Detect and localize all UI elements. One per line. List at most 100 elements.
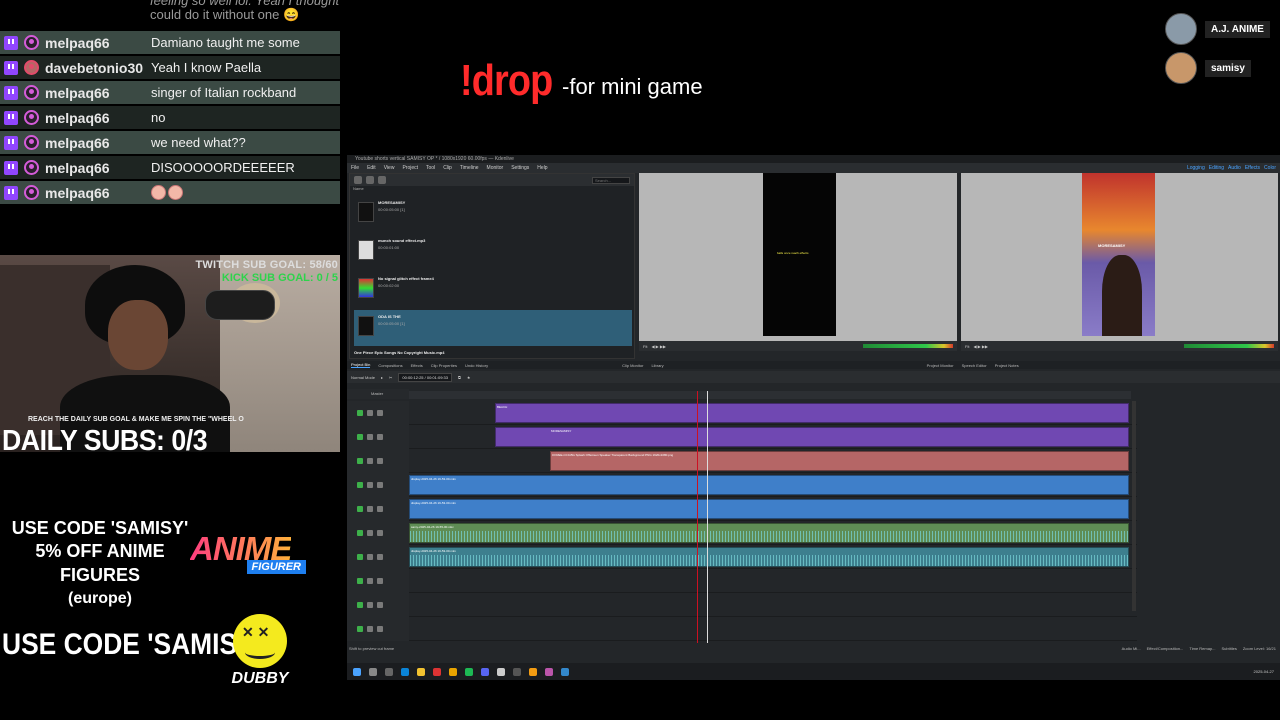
select-tool-icon[interactable]: ▸ (381, 375, 383, 380)
razor-tool-icon[interactable]: ✂ (389, 375, 392, 380)
tab-compositions[interactable]: Compositions (378, 363, 402, 368)
menu-edit[interactable]: Edit (367, 165, 376, 171)
tab-project-notes[interactable]: Project Notes (995, 363, 1019, 368)
zoom-select[interactable]: Fit (643, 344, 647, 349)
spotify-icon[interactable] (465, 667, 473, 676)
menu-tool[interactable]: Tool (426, 165, 435, 171)
clock[interactable]: 2025-04-27 (1254, 669, 1274, 674)
track-enable-icon[interactable] (357, 530, 363, 536)
menu-help[interactable]: Help (537, 165, 547, 171)
mute-icon[interactable] (377, 554, 383, 560)
chat-username[interactable]: melpaq66 (45, 85, 151, 101)
edit-icon[interactable] (367, 482, 373, 488)
zoom-level[interactable]: Zoom Level: 16/21 (1243, 646, 1276, 651)
track-enable-icon[interactable] (357, 458, 363, 464)
folder-icon[interactable] (378, 176, 386, 184)
bin-clip[interactable]: MORESAMISY 00:00:05:00 [1] (354, 196, 632, 232)
chat-username[interactable]: melpaq66 (45, 135, 151, 151)
timeline-clip[interactable]: display-2025-04-26 19-53-00.mkv (409, 547, 1129, 567)
mute-icon[interactable] (377, 578, 383, 584)
mute-icon[interactable] (377, 530, 383, 536)
play-button[interactable]: ◀ ▶ ▶▶ (651, 344, 666, 349)
snap-icon[interactable]: ⧉ (458, 375, 461, 380)
workspace-audio[interactable]: Audio (1228, 165, 1241, 171)
tab-library[interactable]: Library (651, 363, 663, 368)
edit-icon[interactable] (367, 458, 373, 464)
workspace-logging[interactable]: Logging (1187, 165, 1205, 171)
marker-icon[interactable]: ★ (467, 375, 471, 380)
menu-monitor[interactable]: Monitor (487, 165, 504, 171)
lock-icon[interactable] (377, 506, 383, 512)
menu-timeline[interactable]: Timeline (460, 165, 479, 171)
menu-clip[interactable]: Clip (443, 165, 452, 171)
timeline-clip[interactable]: samy-2025-04-26 19-55-00.mkv (409, 523, 1129, 543)
app-icon[interactable] (545, 667, 553, 676)
tab-audio-mixer[interactable]: Audio Mi... (1122, 646, 1141, 651)
edit-icon[interactable] (367, 410, 373, 416)
edit-icon[interactable] (367, 530, 373, 536)
tab-project-monitor[interactable]: Project Monitor (927, 363, 954, 368)
edit-mode-select[interactable]: Normal Mode (351, 375, 375, 380)
menu-icon[interactable] (354, 176, 362, 184)
chat-username[interactable]: davebetonio30 (45, 60, 151, 76)
menu-view[interactable]: View (384, 165, 395, 171)
timeline-scrollbar[interactable] (1132, 401, 1136, 611)
kdenlive-icon[interactable] (513, 667, 521, 676)
search-icon[interactable] (369, 667, 377, 676)
chat-username[interactable]: melpaq66 (45, 185, 151, 201)
add-clip-icon[interactable] (366, 176, 374, 184)
edit-icon[interactable] (367, 434, 373, 440)
workspace-editing[interactable]: Editing (1209, 165, 1224, 171)
track-enable-icon[interactable] (357, 578, 363, 584)
tab-clip-monitor[interactable]: Clip Monitor (622, 363, 643, 368)
bin-clip[interactable]: munch sound effect.mp3 00:00:01:00 (354, 234, 632, 270)
tab-subtitles[interactable]: Subtitles (1222, 646, 1237, 651)
play-button[interactable]: ◀ ▶ ▶▶ (973, 344, 988, 349)
mute-icon[interactable] (377, 626, 383, 632)
edit-icon[interactable] (367, 626, 373, 632)
bin-clip[interactable]: One Piece Epic Songs No Copyright Music.… (354, 348, 632, 358)
tab-speech-editor[interactable]: Speech Editor (962, 363, 987, 368)
edit-icon[interactable] (367, 506, 373, 512)
menu-project[interactable]: Project (402, 165, 418, 171)
lock-icon[interactable] (377, 434, 383, 440)
mute-icon[interactable] (377, 602, 383, 608)
timeline-clip[interactable]: display-2025-04-26 19-53-00.mkv (409, 499, 1129, 519)
edge-icon[interactable] (401, 667, 409, 676)
app-icon[interactable] (561, 667, 569, 676)
track-enable-icon[interactable] (357, 434, 363, 440)
task-view-icon[interactable] (385, 667, 393, 676)
project-monitor[interactable]: MORESAMISY (961, 173, 1278, 341)
chat-username[interactable]: melpaq66 (45, 110, 151, 126)
bin-clip[interactable]: No signal glitch effect frame4 00:00:02:0… (354, 272, 632, 308)
zoom-select[interactable]: Fit (965, 344, 969, 349)
menu-settings[interactable]: Settings (511, 165, 529, 171)
workspace-color[interactable]: Color (1264, 165, 1276, 171)
lock-icon[interactable] (377, 482, 383, 488)
start-icon[interactable] (353, 667, 361, 676)
clip-monitor[interactable]: balls once reach effects (639, 173, 957, 341)
discord-icon[interactable] (481, 667, 489, 676)
timecode-display[interactable]: 00:00:12:25 / 00:01:09:33 (398, 372, 452, 382)
chat-username[interactable]: melpaq66 (45, 35, 151, 51)
menu-file[interactable]: File (351, 165, 359, 171)
track-enable-icon[interactable] (357, 410, 363, 416)
track-enable-icon[interactable] (357, 602, 363, 608)
obs-icon[interactable] (433, 667, 441, 676)
edit-icon[interactable] (367, 554, 373, 560)
tab-time-remap[interactable]: Time Remap... (1189, 646, 1215, 651)
bin-search-input[interactable] (592, 176, 630, 184)
tab-undo-history[interactable]: Undo History (465, 363, 488, 368)
timeline-playhead[interactable] (707, 391, 708, 653)
tab-clip-properties[interactable]: Clip Properties (431, 363, 457, 368)
timeline-clip[interactable]: display-2025-04-26 19-53-00.mkv (409, 475, 1129, 495)
track-enable-icon[interactable] (357, 482, 363, 488)
timeline-ruler[interactable] (409, 391, 1131, 399)
edit-icon[interactable] (367, 578, 373, 584)
lock-icon[interactable] (377, 410, 383, 416)
tab-effects[interactable]: Effects (411, 363, 423, 368)
tab-effect-composition[interactable]: Effect/Composition... (1147, 646, 1184, 651)
timeline-clip[interactable]: BEACH (495, 403, 1129, 423)
track-enable-icon[interactable] (357, 626, 363, 632)
explorer-icon[interactable] (417, 667, 425, 676)
